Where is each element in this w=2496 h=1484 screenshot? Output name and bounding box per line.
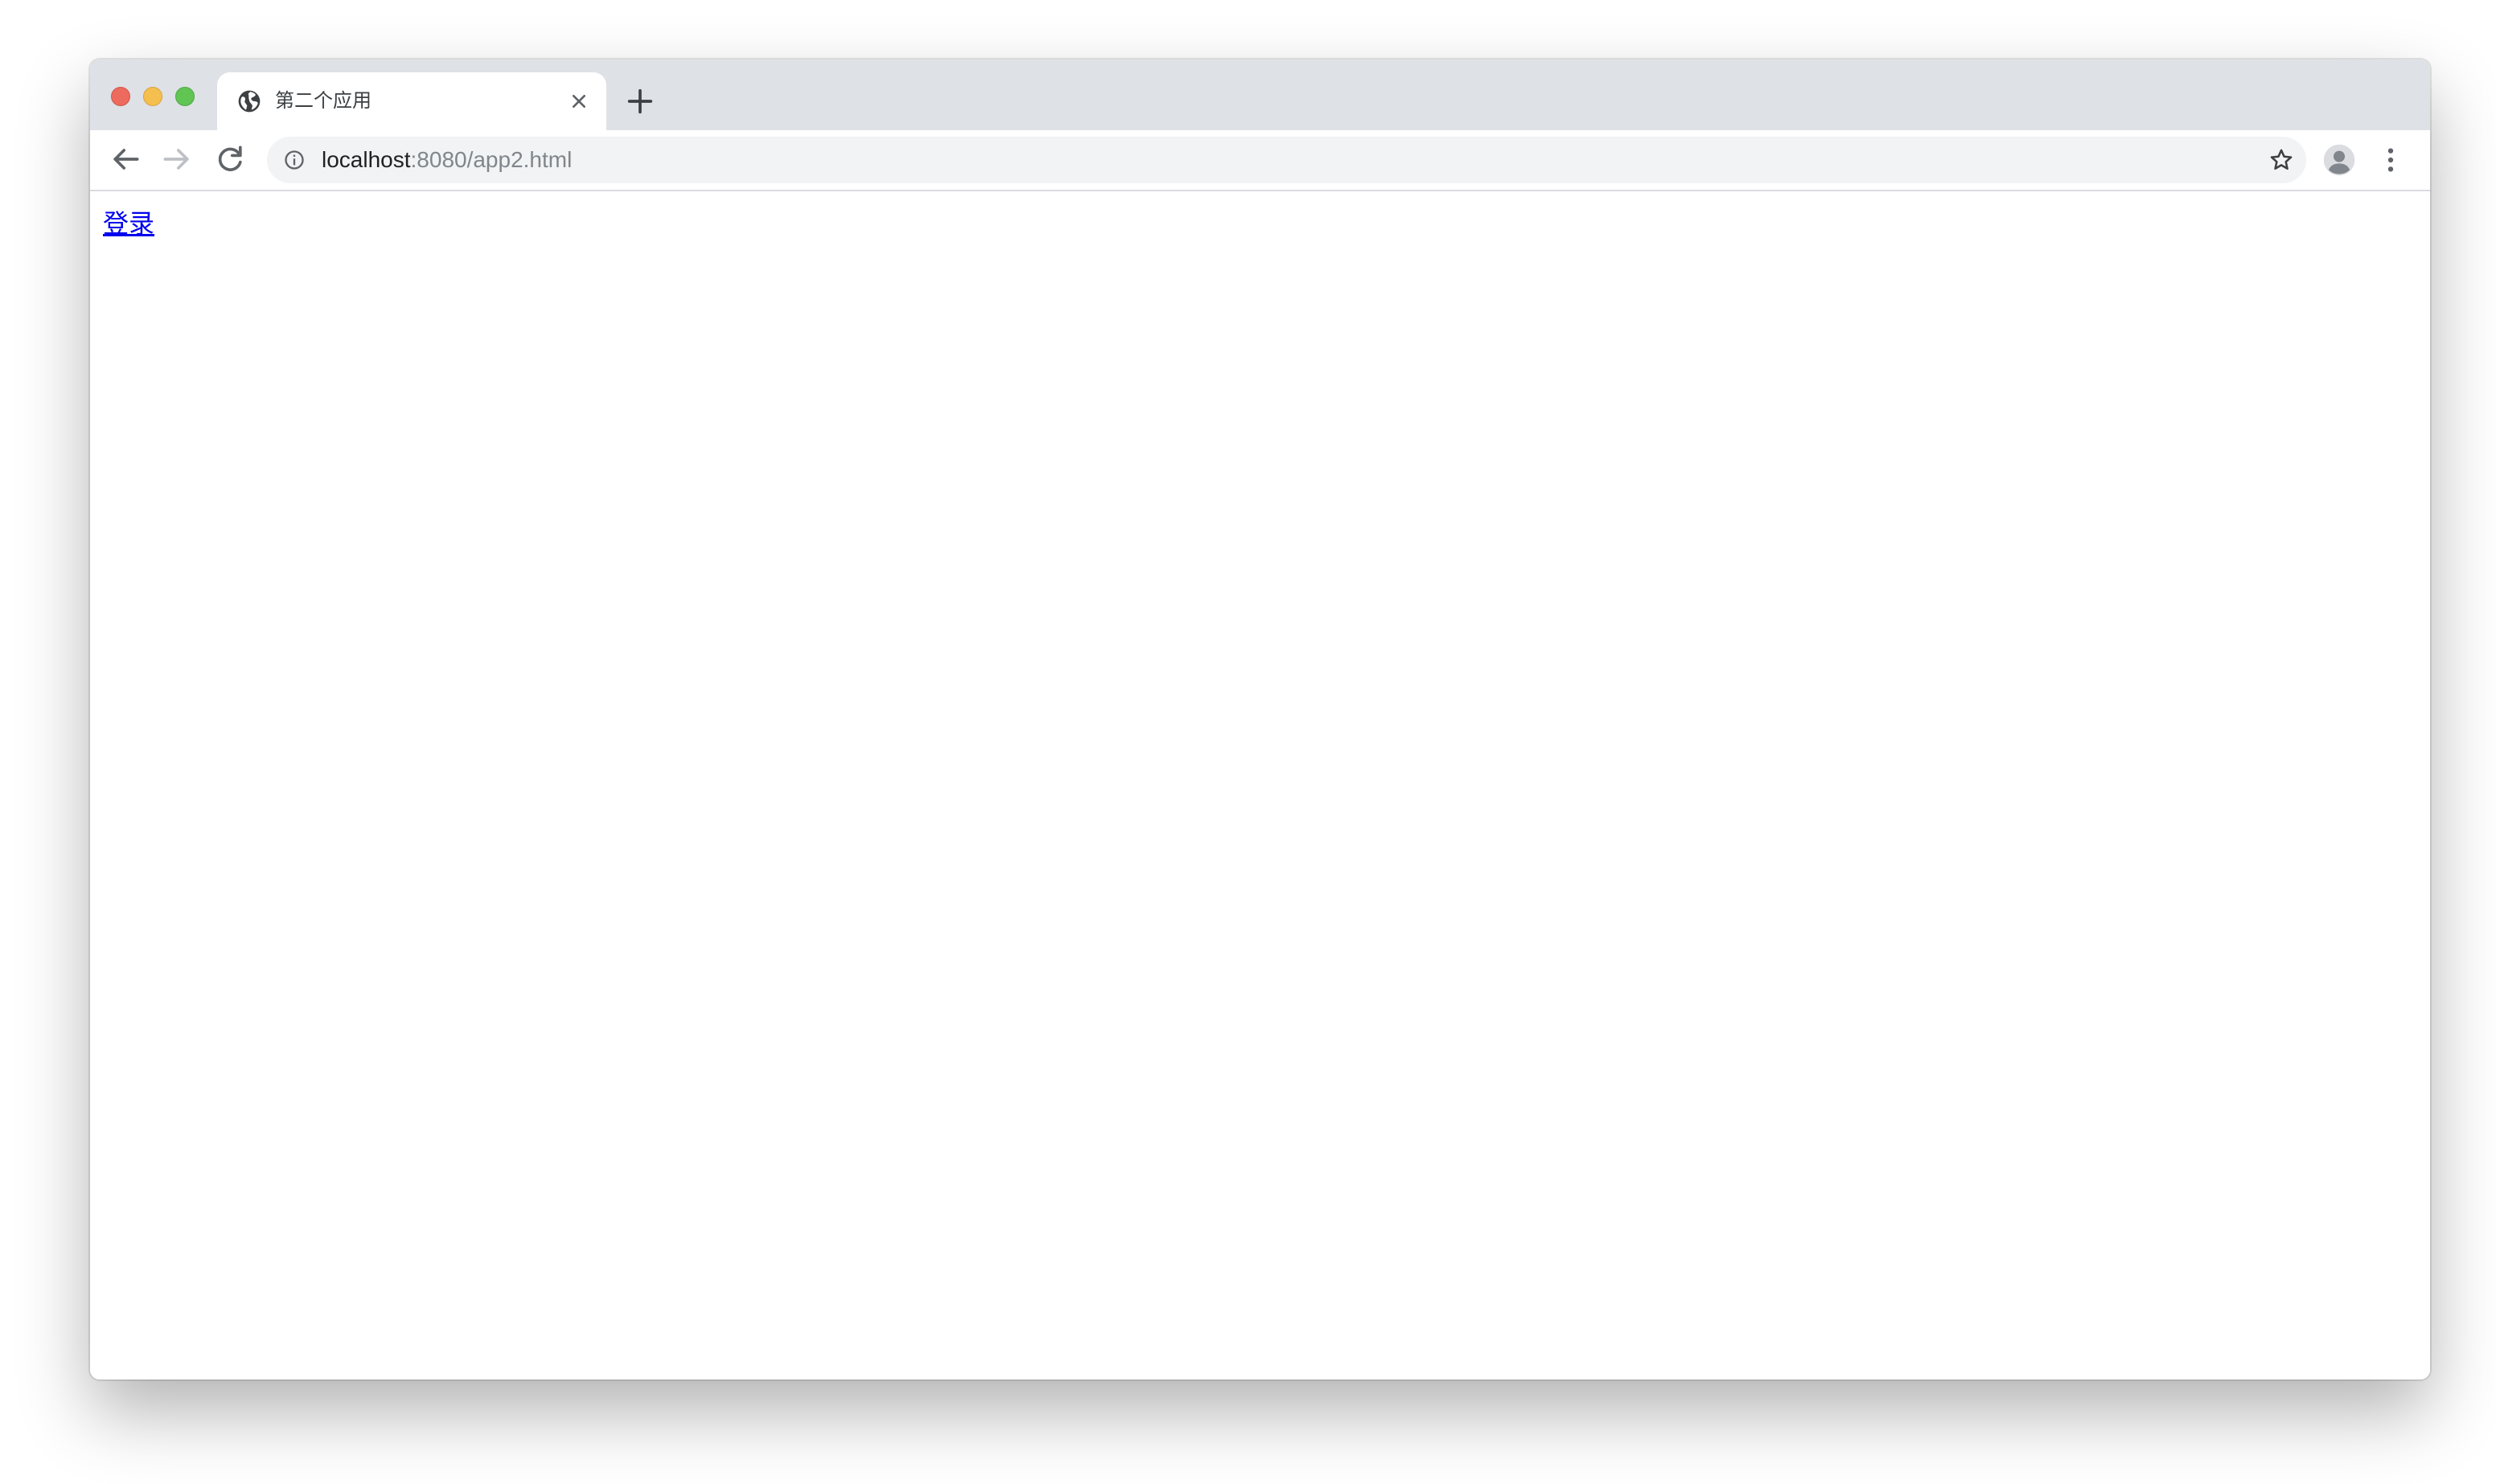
browser-window: 第二个应用 localhost:8080/app2.html 登录 bbox=[90, 59, 2430, 1379]
globe-icon bbox=[238, 90, 261, 113]
tab-strip: 第二个应用 bbox=[90, 59, 2430, 130]
profile-avatar-icon[interactable] bbox=[2322, 143, 2356, 177]
tab-active[interactable]: 第二个应用 bbox=[217, 72, 606, 130]
forward-arrow-icon[interactable] bbox=[159, 141, 195, 177]
page-content: 登录 bbox=[90, 191, 2430, 1379]
new-tab-icon[interactable] bbox=[624, 85, 656, 117]
reload-icon[interactable] bbox=[212, 141, 248, 177]
back-arrow-icon[interactable] bbox=[108, 141, 143, 177]
window-close-button[interactable] bbox=[111, 87, 130, 106]
login-link[interactable]: 登录 bbox=[103, 207, 154, 240]
desktop-background: 第二个应用 localhost:8080/app2.html 登录 bbox=[0, 0, 2496, 1484]
close-tab-icon[interactable] bbox=[566, 88, 592, 114]
bookmark-star-icon[interactable] bbox=[2268, 146, 2295, 174]
site-info-icon[interactable] bbox=[283, 149, 306, 171]
address-bar[interactable]: localhost:8080/app2.html bbox=[267, 137, 2306, 183]
tab-title: 第二个应用 bbox=[275, 90, 372, 112]
window-minimize-button[interactable] bbox=[143, 87, 162, 106]
address-url[interactable]: localhost:8080/app2.html bbox=[322, 146, 572, 174]
url-host: localhost bbox=[322, 147, 411, 172]
browser-toolbar: localhost:8080/app2.html bbox=[90, 130, 2430, 191]
more-menu-icon[interactable] bbox=[2374, 143, 2408, 177]
window-maximize-button[interactable] bbox=[175, 87, 195, 106]
url-path: :8080/app2.html bbox=[410, 147, 573, 172]
